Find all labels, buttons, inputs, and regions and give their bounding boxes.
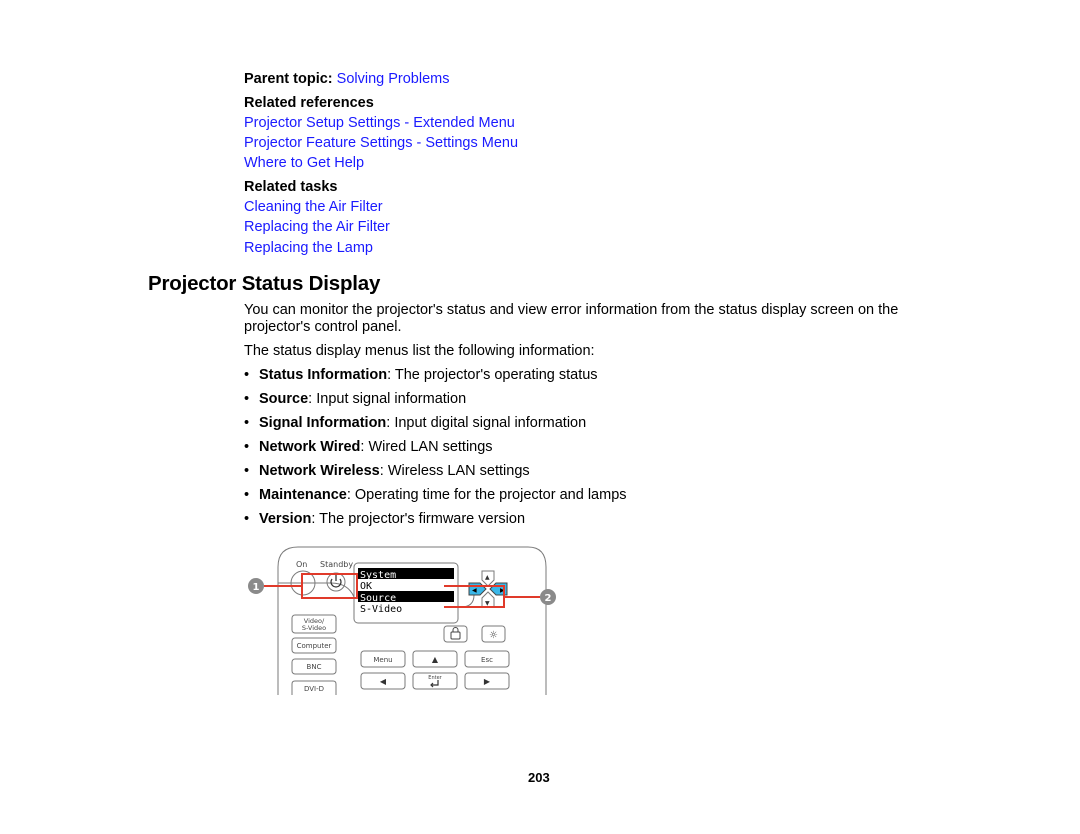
related-references-heading: Related references: [244, 95, 374, 111]
svg-text:DVI-D: DVI-D: [304, 685, 324, 693]
item-desc: : Input digital signal information: [386, 415, 587, 431]
item-term: Version: [259, 511, 312, 527]
bullet-icon: •: [244, 415, 250, 431]
callout-box: [301, 573, 358, 599]
list-item: • Network Wired: Wired LAN settings: [244, 439, 493, 456]
related-tasks-heading: Related tasks: [244, 179, 338, 195]
item-term: Network Wireless: [259, 463, 380, 479]
svg-text:▼: ▼: [485, 600, 490, 607]
list-item: • Network Wireless: Wireless LAN settings: [244, 463, 530, 480]
nav-pad: ▲ ◀ ▶ ▼: [468, 570, 508, 608]
svg-text:BNC: BNC: [307, 663, 322, 671]
power-icon: [330, 575, 342, 588]
list-item: • Version: The projector's firmware versi…: [244, 511, 525, 528]
bullet-icon: •: [244, 511, 250, 527]
item-term: Source: [259, 391, 309, 407]
lock-button: [443, 625, 468, 643]
on-label: On: [296, 560, 307, 569]
item-term: Signal Information: [259, 415, 387, 431]
svg-text:◀: ◀: [472, 587, 477, 594]
left-arrow-icon: ◀: [380, 677, 387, 686]
bullet-icon: •: [244, 439, 250, 455]
list-item: • Signal Information: Input digital signa…: [244, 415, 586, 432]
section-title: Projector Status Display: [148, 272, 381, 295]
svg-text:S-Video: S-Video: [302, 624, 326, 632]
lcd-line: System: [360, 570, 396, 581]
intro-paragraph: You can monitor the projector's status a…: [244, 302, 899, 335]
item-desc: : Wireless LAN settings: [379, 463, 530, 479]
lcd-line: S-Video: [360, 604, 402, 615]
item-desc: : The projector's firmware version: [311, 511, 526, 527]
reference-link[interactable]: Where to Get Help: [244, 155, 364, 172]
lcd-line: Source: [360, 593, 396, 604]
list-item: • Maintenance: Operating time for the pro…: [244, 487, 627, 504]
callout-number: 1: [253, 582, 260, 593]
parent-topic-link[interactable]: Solving Problems: [337, 71, 450, 87]
callout-number: 2: [545, 593, 552, 604]
task-link[interactable]: Cleaning the Air Filter: [244, 199, 383, 216]
svg-text:Computer: Computer: [297, 642, 332, 650]
page-number: 203: [528, 770, 550, 785]
up-arrow-icon: ▲: [432, 655, 439, 664]
item-term: Maintenance: [259, 487, 347, 503]
bullet-icon: •: [244, 367, 250, 383]
svg-text:Menu: Menu: [373, 656, 392, 664]
item-desc: : The projector's operating status: [387, 367, 598, 383]
item-desc: : Input signal information: [308, 391, 467, 407]
bullet-icon: •: [244, 391, 250, 407]
right-arrow-icon: ▶: [484, 677, 491, 686]
item-term: Network Wired: [259, 439, 361, 455]
task-link[interactable]: Replacing the Air Filter: [244, 219, 390, 236]
sun-icon: ☼: [489, 630, 498, 641]
list-intro: The status display menus list the follow…: [244, 343, 595, 359]
svg-text:Enter: Enter: [428, 675, 442, 681]
parent-topic-label: Parent topic:: [244, 71, 333, 87]
item-desc: : Operating time for the projector and l…: [346, 487, 627, 503]
list-item: • Status Information: The projector's ope…: [244, 367, 598, 384]
control-panel-figure: On Standby System OK Source S-Video ▲ ◀ …: [236, 545, 566, 695]
list-item: • Source: Input signal information: [244, 391, 466, 408]
item-desc: : Wired LAN settings: [360, 439, 493, 455]
lcd-line: OK: [360, 581, 372, 592]
parent-topic: Parent topic: Solving Problems: [244, 71, 449, 88]
svg-text:Esc: Esc: [481, 656, 493, 664]
task-link[interactable]: Replacing the Lamp: [244, 240, 373, 257]
svg-text:▲: ▲: [485, 574, 490, 581]
bullet-icon: •: [244, 487, 250, 503]
reference-link[interactable]: Projector Feature Settings - Settings Me…: [244, 135, 518, 152]
reference-link[interactable]: Projector Setup Settings - Extended Menu: [244, 115, 515, 132]
standby-label: Standby: [320, 560, 353, 569]
item-term: Status Information: [259, 367, 388, 383]
bullet-icon: •: [244, 463, 250, 479]
